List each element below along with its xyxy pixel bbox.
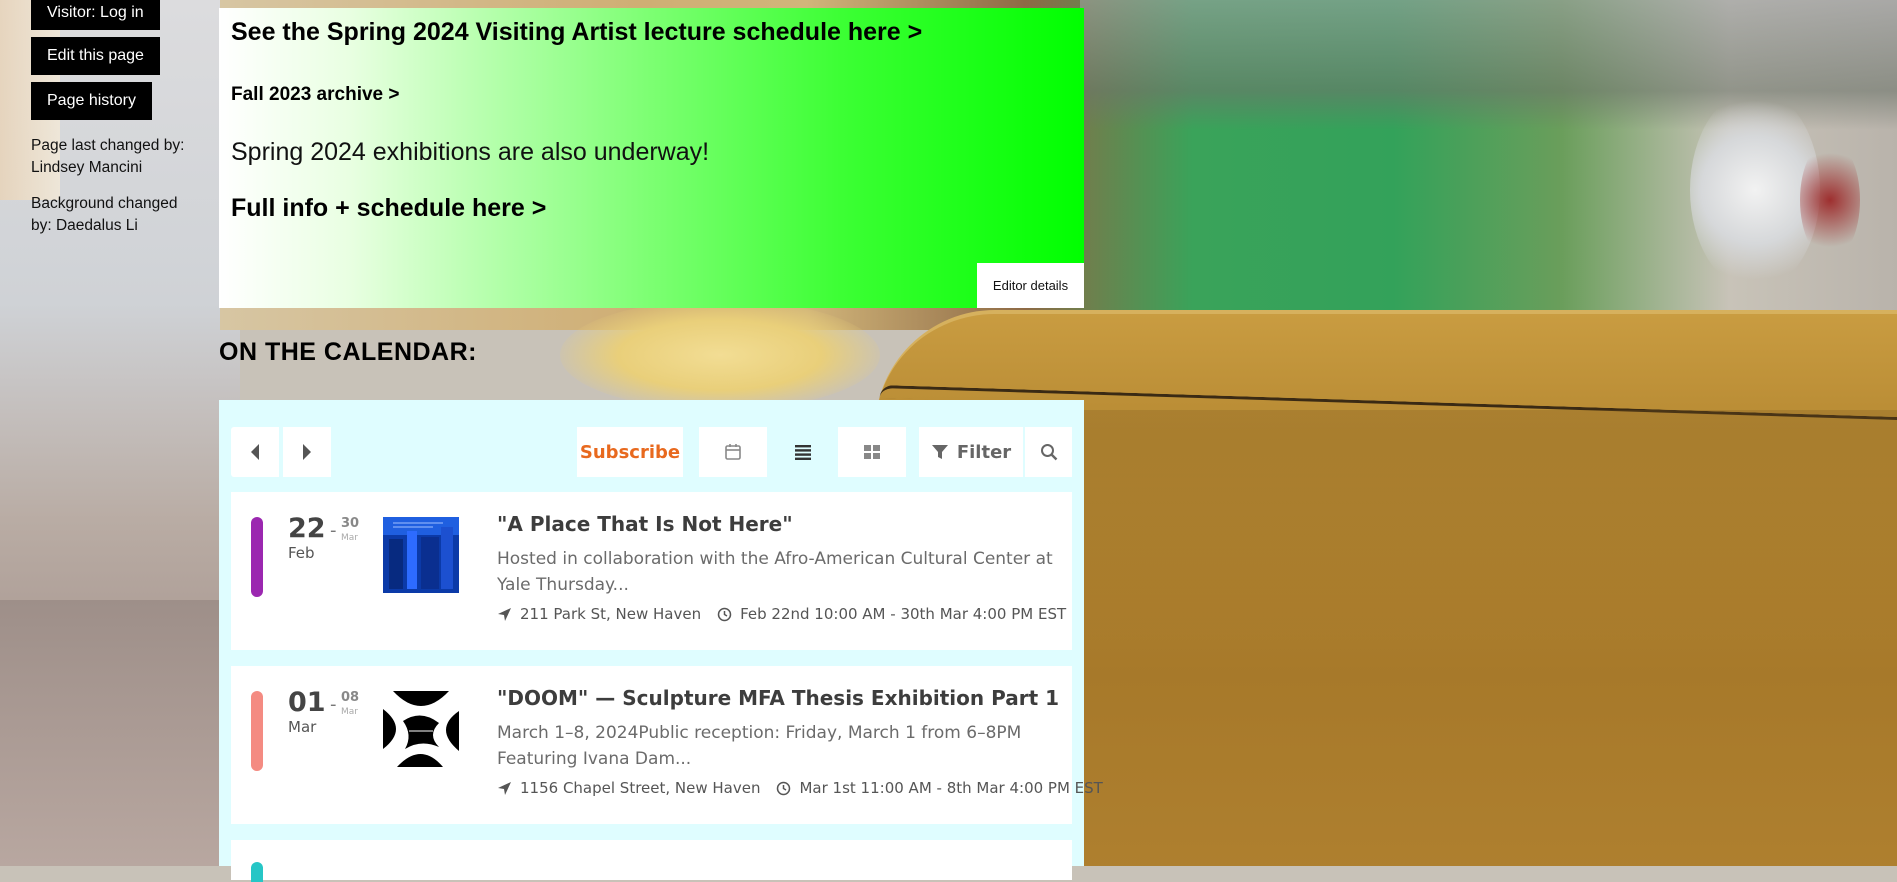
caret-right-icon bbox=[303, 444, 311, 460]
event-meta: 211 Park St, New Haven Feb 22nd 10:00 AM… bbox=[497, 605, 1066, 623]
fall-archive-link[interactable]: Fall 2023 archive > bbox=[231, 84, 399, 106]
search-button[interactable] bbox=[1025, 427, 1072, 477]
caret-left-icon bbox=[251, 444, 259, 460]
background-changed-note: Background changed by: Daedalus Li bbox=[31, 195, 178, 234]
event-description: March 1–8, 2024Public reception: Friday,… bbox=[497, 723, 1022, 769]
event-location: 1156 Chapel Street, New Haven bbox=[520, 779, 761, 797]
list-icon bbox=[795, 445, 811, 460]
event-end-month: Mar bbox=[341, 533, 358, 543]
prev-button[interactable] bbox=[231, 427, 279, 477]
calendar-view-button[interactable] bbox=[699, 427, 767, 477]
search-icon bbox=[1040, 444, 1057, 461]
calendar-toolbar: Subscribe Filter bbox=[231, 427, 1072, 477]
exhibitions-text: Spring 2024 exhibitions are also underwa… bbox=[231, 138, 710, 166]
calendar-widget: Subscribe Filter 22 Feb - 30 Mar "A Plac… bbox=[219, 400, 1103, 882]
event-start-day: 22 bbox=[288, 513, 326, 544]
announcement-box: See the Spring 2024 Visiting Artist lect… bbox=[219, 8, 1084, 308]
event-date: 01 Mar - 08 Mar bbox=[288, 687, 360, 737]
event-time: Mar 1st 11:00 AM - 8th Mar 4:00 PM EST bbox=[799, 779, 1103, 797]
event-card[interactable]: 22 Feb - 30 Mar "A Place That Is Not Her… bbox=[231, 492, 1072, 650]
event-end-day: 30 bbox=[341, 516, 360, 531]
event-start-month: Mar bbox=[288, 718, 317, 736]
page-history-button[interactable]: Page history bbox=[31, 82, 152, 120]
location-arrow-icon bbox=[497, 607, 512, 622]
next-button[interactable] bbox=[283, 427, 331, 477]
location-arrow-icon bbox=[497, 781, 512, 796]
last-changed-note: Page last changed by: Lindsey Mancini bbox=[31, 137, 185, 176]
calendar-heading: ON THE CALENDAR: bbox=[219, 338, 477, 366]
subscribe-button[interactable]: Subscribe bbox=[577, 427, 683, 477]
full-schedule-link[interactable]: Full info + schedule here > bbox=[231, 194, 546, 223]
clock-icon bbox=[776, 781, 791, 796]
event-thumbnail[interactable] bbox=[383, 517, 459, 593]
edit-page-button[interactable]: Edit this page bbox=[31, 37, 160, 75]
login-button[interactable]: Visitor: Log in bbox=[31, 0, 160, 30]
event-title[interactable]: "A Place That Is Not Here" bbox=[497, 512, 793, 536]
page-sidebar: Visitor: Log in Edit this page Page hist… bbox=[31, 0, 201, 251]
filter-icon bbox=[931, 445, 948, 459]
event-location: 211 Park St, New Haven bbox=[520, 605, 702, 623]
event-time: Feb 22nd 10:00 AM - 30th Mar 4:00 PM EST bbox=[740, 605, 1067, 623]
event-start-day: 01 bbox=[288, 687, 326, 718]
event-thumbnail[interactable] bbox=[383, 691, 459, 767]
event-title[interactable]: "DOOM" — Sculpture MFA Thesis Exhibition… bbox=[497, 686, 1059, 710]
event-description: Hosted in collaboration with the Afro-Am… bbox=[497, 549, 1053, 595]
event-color-bar bbox=[251, 517, 263, 597]
event-start-month: Feb bbox=[288, 544, 315, 562]
grid-icon bbox=[864, 445, 880, 459]
event-color-bar bbox=[251, 862, 263, 882]
list-view-button[interactable] bbox=[769, 427, 837, 477]
event-card[interactable]: 01 Mar - 08 Mar "DOOM" — Sculpture MFA T… bbox=[231, 666, 1103, 824]
event-date: 22 Feb - 30 Mar bbox=[288, 513, 360, 563]
grid-view-button[interactable] bbox=[838, 427, 906, 477]
event-color-bar bbox=[251, 691, 263, 771]
event-end-day: 08 bbox=[341, 690, 360, 705]
filter-button[interactable]: Filter bbox=[919, 427, 1023, 477]
event-end-month: Mar bbox=[341, 707, 358, 717]
clock-icon bbox=[717, 607, 732, 622]
event-meta: 1156 Chapel Street, New Haven Mar 1st 11… bbox=[497, 779, 1103, 797]
calendar-icon bbox=[725, 444, 741, 460]
filter-label: Filter bbox=[956, 441, 1012, 463]
editor-details-button[interactable]: Editor details bbox=[977, 263, 1084, 308]
lecture-schedule-link[interactable]: See the Spring 2024 Visiting Artist lect… bbox=[231, 18, 922, 47]
event-card[interactable] bbox=[231, 840, 1072, 882]
